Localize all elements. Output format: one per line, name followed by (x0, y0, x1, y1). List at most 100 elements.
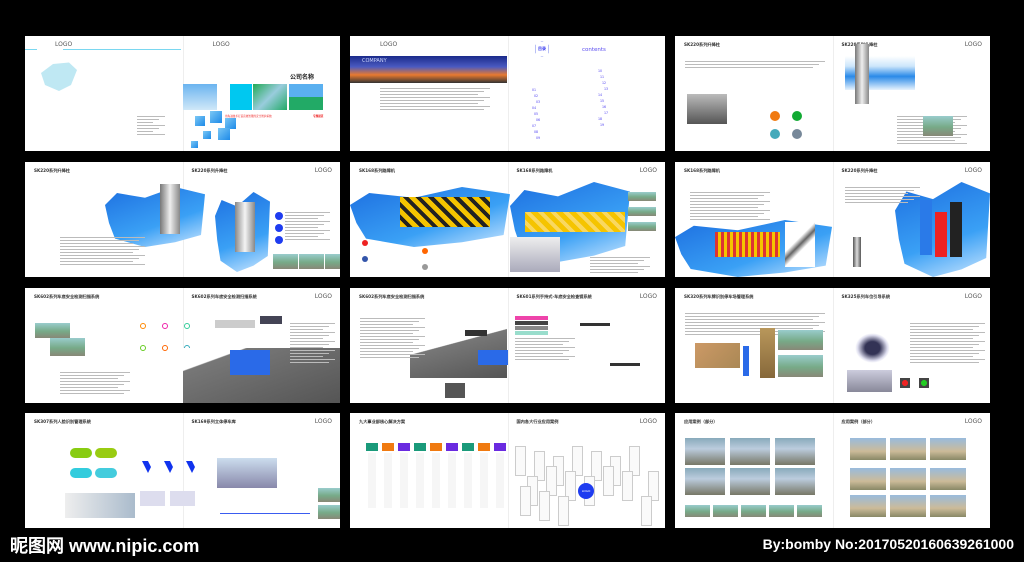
mirror-pole (610, 363, 640, 366)
bollard (235, 202, 255, 252)
step-number (140, 345, 146, 351)
scanner-case (445, 383, 465, 398)
watermark-site: 昵图网 www.nipic.com (10, 536, 200, 556)
case-card (515, 446, 526, 476)
bollard (855, 44, 869, 104)
case-photo (685, 505, 710, 517)
text-line (360, 318, 425, 319)
blue-square (218, 128, 230, 140)
blue-square (195, 116, 205, 126)
camera-device (465, 330, 487, 336)
text-line (910, 353, 979, 354)
text-line (380, 94, 478, 95)
text-line (380, 106, 490, 107)
step-number (162, 345, 168, 351)
text-line (60, 249, 139, 250)
case-photo (930, 495, 966, 517)
text-line (285, 212, 330, 213)
case-photo (797, 505, 822, 517)
text-line (515, 338, 575, 339)
brochure-spread: LOGO COMPANY 目录 contents 01 02 03 04 05 06 07 08 09 1… (350, 36, 665, 151)
logo: LOGO (639, 167, 657, 174)
brochure-spread: LOGO LOGO 公司名称 用先进技术打造高效智能的安全防护系统 专题报道 (25, 36, 340, 151)
logo: LOGO (55, 41, 73, 48)
case-photo (685, 438, 725, 465)
text-line (910, 362, 979, 363)
page-title: SK168系列路障机 (359, 168, 395, 173)
feature-dot (362, 256, 368, 262)
photo (628, 207, 656, 216)
company-name: 公司名称 (290, 74, 315, 81)
photo (289, 84, 323, 110)
text-line (137, 119, 159, 120)
text-line (60, 252, 133, 253)
step-number (162, 323, 168, 329)
red-indicator (900, 378, 910, 388)
bubble (70, 448, 92, 458)
toc-item: 01 (532, 88, 537, 92)
feature-dot (422, 264, 428, 270)
case-photo (930, 438, 966, 460)
text-line (380, 100, 484, 101)
text-line (690, 195, 764, 196)
case-photo (730, 468, 770, 495)
photo (253, 84, 287, 110)
toc-item: 07 (532, 124, 537, 128)
photo (230, 84, 252, 110)
bollard (853, 237, 861, 267)
bubble (95, 468, 117, 478)
feature-icon (275, 212, 283, 220)
color-bar (515, 326, 548, 330)
text-line (590, 266, 650, 267)
case-photo (890, 438, 926, 460)
brochure-spread: SK168系列路障机 SK220系列升降柱 LOGO (675, 162, 990, 277)
logo: LOGO (314, 418, 332, 425)
text-line (690, 219, 770, 220)
right-page: SK601系列手持式-车底安全检查镜系统 LOGO (508, 288, 666, 403)
page-title: 应用案例（部分） (684, 419, 718, 424)
text-line (910, 326, 979, 327)
toc-item: 06 (536, 118, 541, 122)
feature-circle (792, 111, 802, 121)
parking-photo (778, 355, 823, 377)
text-line (290, 347, 323, 348)
bubble (70, 468, 92, 478)
logo: LOGO (964, 41, 982, 48)
text-line (515, 347, 575, 348)
text-line (380, 88, 490, 89)
brochure-spread: SK220系列升降柱SK220系列升降柱LOGO (675, 36, 990, 151)
logo: LOGO (380, 41, 398, 48)
brochure-spread: 应用案例（部分） 应用案例（部分） LOGO (675, 413, 990, 528)
cruise-ship (510, 237, 560, 272)
header-line (63, 49, 181, 50)
process-line (220, 513, 310, 514)
text-line (290, 362, 329, 363)
text-line (690, 201, 770, 202)
division-tab (366, 443, 378, 451)
screen-photo (170, 491, 195, 506)
contents-heading: contents (582, 47, 606, 53)
text-line (290, 341, 335, 342)
blue-suv (478, 350, 508, 365)
text-line (690, 204, 764, 205)
page-title: SK602系列车底安全检测扫描系统 (359, 294, 425, 299)
division-tab (430, 443, 442, 451)
case-photo (850, 438, 886, 460)
text-line (60, 393, 124, 394)
photo (273, 254, 298, 269)
text-line (910, 338, 973, 339)
text-line (360, 348, 419, 349)
blue-square (203, 131, 211, 139)
scan-photo (35, 323, 70, 338)
text-line (910, 329, 973, 330)
text-line (60, 237, 145, 238)
division-tab (398, 443, 410, 451)
screen-photo (140, 491, 165, 506)
text-line (290, 359, 335, 360)
toc-item: 12 (602, 81, 607, 85)
division-card (448, 453, 456, 508)
text-line (285, 215, 324, 216)
toc-item: 14 (598, 93, 603, 97)
brochure-spread: SK307系列人脸识别管理系统 SK169系列立体停车库 LOGO (25, 413, 340, 528)
text-line (690, 198, 758, 199)
